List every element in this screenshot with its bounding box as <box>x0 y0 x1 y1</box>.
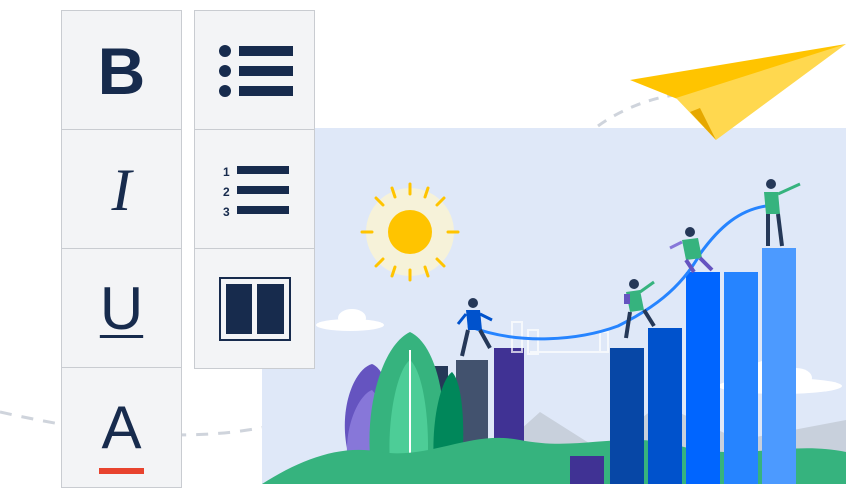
two-column-layout-icon <box>218 276 291 341</box>
dashed-flight-path-upper <box>597 93 676 128</box>
text-color-swatch <box>99 467 144 474</box>
bold-icon: B <box>97 33 146 108</box>
layout-button[interactable] <box>194 248 315 369</box>
numbered-list-icon: 1 2 3 <box>223 165 289 218</box>
italic-icon: I <box>111 156 132 223</box>
text-color-button[interactable]: A <box>61 367 182 488</box>
bulleted-list-button[interactable] <box>194 10 315 131</box>
underline-icon: U <box>99 274 144 342</box>
sun-icon <box>360 182 460 282</box>
text-color-icon: A <box>99 397 144 474</box>
numbered-list-marker-3: 3 <box>223 205 230 218</box>
text-color-letter: A <box>101 393 142 461</box>
underline-button[interactable]: U <box>61 248 182 369</box>
numbered-list-button[interactable]: 1 2 3 <box>194 129 315 250</box>
italic-button[interactable]: I <box>61 129 182 250</box>
numbered-list-marker-1: 1 <box>223 165 230 179</box>
numbered-list-marker-2: 2 <box>223 185 230 199</box>
bulleted-list-icon <box>218 44 293 97</box>
paper-plane-icon <box>630 44 846 140</box>
bold-button[interactable]: B <box>61 10 182 131</box>
